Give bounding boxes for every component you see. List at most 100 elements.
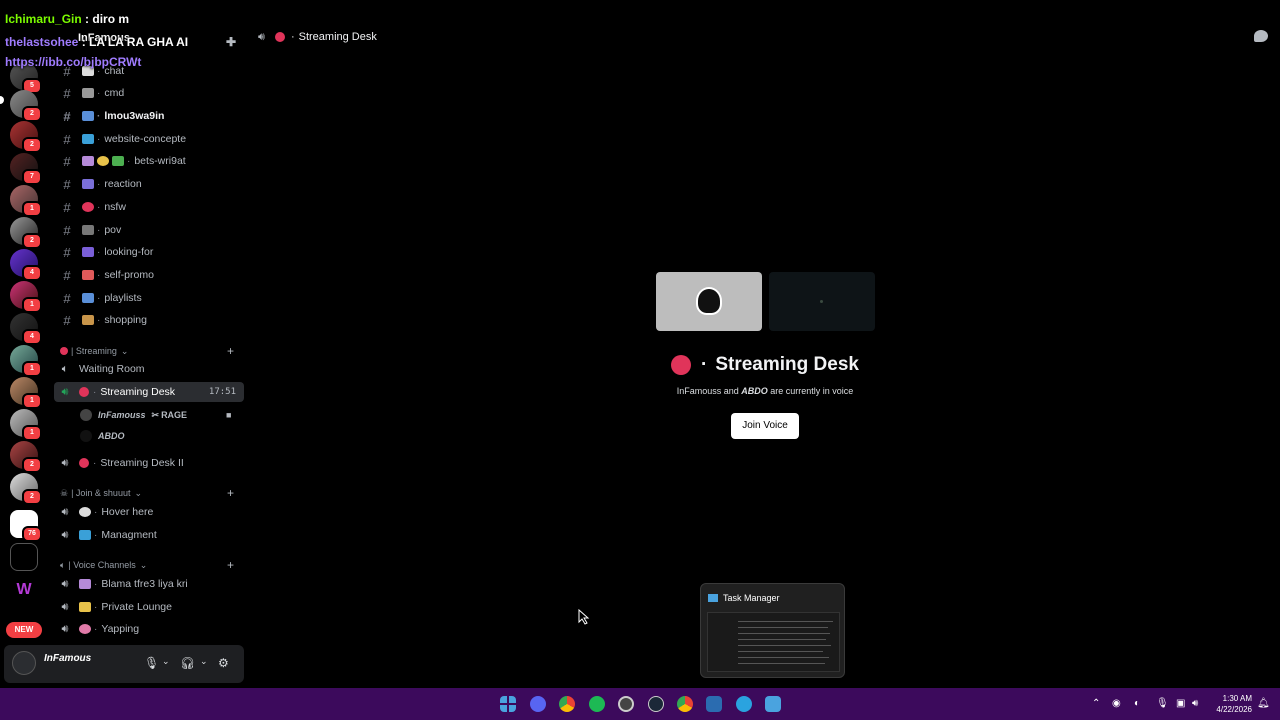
voice-channel-private-lounge[interactable]: 🔊︎ · Private Lounge — [54, 597, 244, 617]
server-icon[interactable]: 1 — [10, 409, 42, 441]
channel-looking-for[interactable]: # · looking-for — [54, 242, 244, 262]
channel-nsfw[interactable]: # · nsfw — [54, 197, 244, 217]
dollar-emoji-icon — [112, 156, 124, 166]
invite-icon[interactable]: ✚ — [226, 30, 240, 49]
mention-badge: 1 — [22, 425, 42, 441]
emoji-icon — [82, 247, 94, 257]
chat-bubble-icon[interactable] — [1254, 30, 1268, 42]
mention-badge: 2 — [22, 106, 42, 122]
join-voice-button[interactable]: Join Voice — [731, 413, 799, 439]
avatar[interactable] — [12, 651, 36, 675]
microphone-icon[interactable]: 🎙︎ — [144, 656, 159, 670]
infamous-server-icon[interactable] — [10, 543, 38, 571]
occupant-name: ABDO — [741, 386, 768, 396]
tray-app-icon[interactable]: ◐ — [1134, 698, 1140, 709]
system-clock[interactable]: 1:30 AM 4/22/2026 — [1208, 693, 1252, 715]
server-rail: 5 2 2 7 1 2 4 1 4 1 1 1 2 2 76 W NEW — [0, 0, 48, 688]
server-icon[interactable]: 2 — [10, 217, 42, 249]
server-icon[interactable]: 2 — [10, 121, 42, 153]
user-name[interactable]: InFamous — [44, 653, 91, 664]
task-manager-icon — [708, 594, 718, 602]
chevron-up-icon[interactable]: ⌃ — [1092, 698, 1100, 709]
channel-shopping[interactable]: # · shopping — [54, 310, 244, 330]
new-badge[interactable]: NEW — [6, 622, 42, 638]
channel-reaction[interactable]: # · reaction — [54, 174, 244, 194]
emoji-icon — [79, 624, 91, 634]
server-icon[interactable]: 76 — [10, 510, 42, 542]
category-voice-channels[interactable]: 🔈︎ | Voice Channels ⌄ + — [60, 558, 240, 572]
channel-label: self-promo — [104, 269, 154, 281]
category-join[interactable]: ☠ | Join & shuuut ⌄ + — [60, 486, 240, 500]
add-channel-icon[interactable]: + — [227, 486, 234, 500]
task-manager-preview[interactable]: Task Manager — [700, 583, 845, 678]
separator-dot: · — [93, 457, 97, 469]
windows-start-icon[interactable] — [500, 696, 516, 712]
separator-dot: · — [94, 578, 98, 590]
server-icon[interactable]: 1 — [10, 281, 42, 313]
screen: 5 2 2 7 1 2 4 1 4 1 1 1 2 2 76 W NEW InF… — [0, 0, 1280, 720]
channel-bets-wri9at[interactable]: # · bets-wri9at — [54, 151, 244, 171]
spotify-icon[interactable] — [589, 696, 605, 712]
mention-badge: 4 — [22, 265, 42, 281]
channel-label: playlists — [104, 292, 142, 304]
voice-channel-managment[interactable]: 🔊︎ · Managment — [54, 525, 244, 545]
mention-badge: 76 — [22, 526, 42, 542]
discord-tray-icon[interactable]: ◉ — [1112, 698, 1121, 709]
add-channel-icon[interactable]: + — [227, 558, 234, 572]
discord-icon[interactable] — [530, 696, 546, 712]
server-icon[interactable]: 2 — [10, 473, 42, 505]
channel-self-promo[interactable]: # · self-promo — [54, 265, 244, 285]
category-label: | Join & shuuut — [71, 488, 131, 498]
obs-icon[interactable] — [618, 696, 634, 712]
task-manager-icon[interactable] — [706, 696, 722, 712]
voice-user-infamouss[interactable]: InFamouss ✂ RAGE ■ — [80, 407, 231, 423]
volume-icon[interactable]: 🔊︎ — [1192, 698, 1198, 709]
channel-website-concepte[interactable]: # · website-concepte — [54, 129, 244, 149]
speaker-icon: 🔊︎ — [61, 456, 69, 469]
voice-user-abdo[interactable]: ABDO — [80, 428, 125, 444]
server-icon[interactable]: 1 — [10, 185, 42, 217]
overlay-link[interactable]: https://ibb.co/bjbpCRWt — [5, 55, 141, 69]
channel-label: reaction — [104, 178, 142, 190]
settings-gear-icon[interactable]: ⚙ — [218, 656, 229, 670]
channel-cmd[interactable]: # · cmd — [54, 83, 244, 103]
telegram-icon[interactable] — [736, 696, 752, 712]
network-icon[interactable]: ▣ — [1176, 698, 1185, 709]
photos-icon[interactable] — [765, 696, 781, 712]
chevron-down-icon[interactable]: ⌄ — [162, 656, 170, 667]
voice-channel-blama[interactable]: 🔊︎ · Blama tfre3 liya kri — [54, 574, 244, 594]
server-icon[interactable]: 7 — [10, 153, 42, 185]
server-icon[interactable]: 2 — [10, 441, 42, 473]
separator-dot: · — [97, 246, 101, 258]
channel-pov[interactable]: # · pov — [54, 220, 244, 240]
participant-tile-abdo[interactable] — [769, 272, 875, 331]
voice-channel-hover-here[interactable]: 🔊︎ · Hover here — [54, 502, 244, 522]
emoji-icon — [79, 579, 91, 589]
mention-badge: 4 — [22, 329, 42, 345]
chrome-alt-icon[interactable] — [677, 696, 693, 712]
chevron-down-icon[interactable]: ⌄ — [200, 656, 208, 667]
participant-tile-infamouss[interactable] — [656, 272, 762, 331]
server-icon[interactable]: 4 — [10, 249, 42, 281]
channel-sidebar: InFamous ✚ # · chat # · cmd # · lmou3wa9in # · w… — [48, 0, 246, 688]
server-icon[interactable]: 2 — [10, 90, 42, 122]
voice-channel-yapping[interactable]: 🔊︎ · Yapping — [54, 619, 244, 639]
voice-user-name: ABDO — [98, 431, 125, 441]
notification-bell-icon[interactable]: 🔔︎ — [1257, 698, 1270, 709]
chrome-icon[interactable] — [559, 696, 575, 712]
channel-label: Private Lounge — [101, 601, 172, 613]
lock-emoji-icon — [79, 602, 91, 612]
channel-playlists[interactable]: # · playlists — [54, 288, 244, 308]
channel-label: Hover here — [101, 506, 154, 518]
headphones-icon[interactable]: 🎧︎ — [180, 656, 195, 670]
channel-lmou3wa9in[interactable]: # · lmou3wa9in — [54, 106, 244, 126]
server-icon[interactable]: W — [10, 576, 38, 604]
taskbar: ⌃ ◉ ◐ 🎙︎ ▣ 🔊︎ 1:30 AM 4/22/2026 🔔︎ — [0, 688, 1280, 720]
microphone-tray-icon[interactable]: 🎙︎ — [1156, 698, 1169, 709]
server-icon[interactable]: 4 — [10, 313, 42, 345]
voice-channel-streaming-desk-ii[interactable]: 🔊︎ · Streaming Desk II — [54, 453, 244, 473]
channel-header: 🔊︎ · Streaming Desk — [258, 28, 377, 46]
channel-label: looking-for — [104, 246, 154, 258]
title-text: Streaming Desk — [715, 354, 859, 375]
steam-icon[interactable] — [648, 696, 664, 712]
